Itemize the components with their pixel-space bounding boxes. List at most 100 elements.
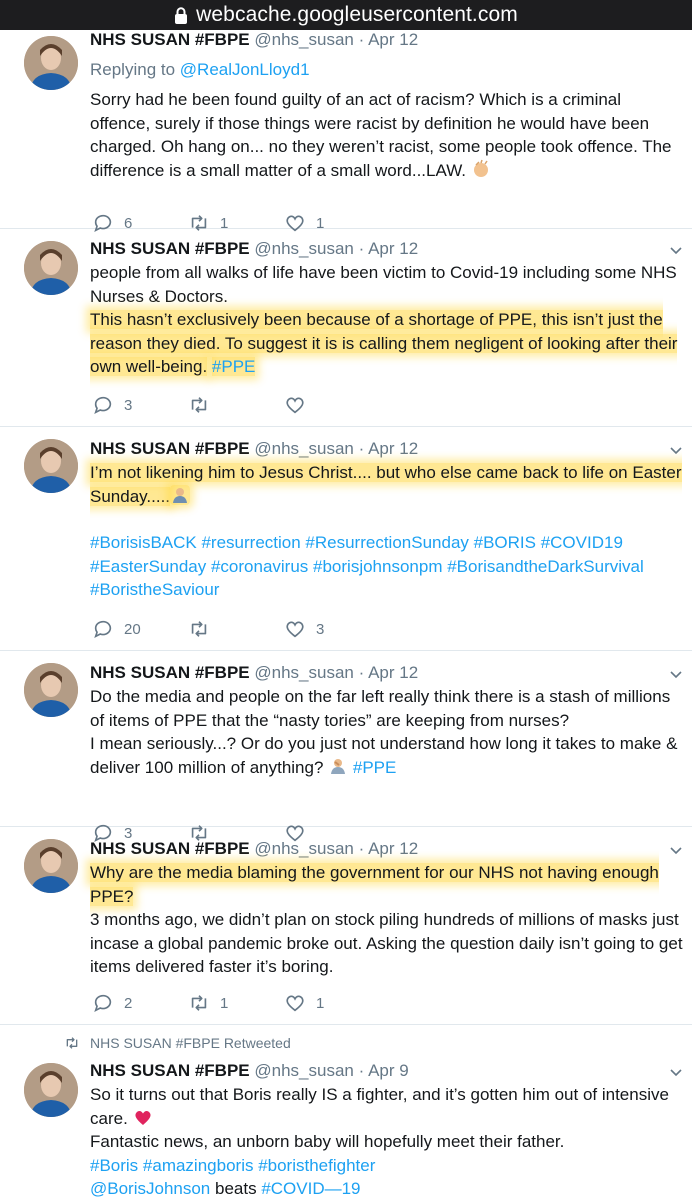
tweet-text: I’m not likening him to Jesus Christ....…	[90, 461, 684, 508]
heart-icon	[286, 621, 304, 638]
retweeted-label[interactable]: NHS SUSAN #FBPE Retweeted	[90, 1035, 291, 1051]
retweet-icon	[66, 1037, 78, 1049]
tweet-text: So it turns out that Boris really IS a f…	[90, 1083, 684, 1200]
hashtag-link[interactable]: #PPE	[211, 357, 256, 376]
user-handle[interactable]: @nhs_susan	[254, 839, 354, 858]
retweet-icon	[191, 397, 207, 413]
user-handle[interactable]: @nhs_susan	[254, 239, 354, 258]
avatar[interactable]	[24, 241, 78, 295]
retweet-button[interactable]	[188, 394, 284, 416]
avatar[interactable]	[24, 663, 78, 717]
tweet-date[interactable]: Apr 9	[368, 1061, 409, 1080]
tweet-date[interactable]: Apr 12	[368, 439, 418, 458]
tweet-text-line: people from all walks of life have been …	[90, 263, 677, 306]
man-facepalming-emoji	[331, 758, 346, 774]
tweet[interactable]: NHS SUSAN #FBPE @nhs_susan · Apr 12 Repl…	[0, 30, 692, 232]
hashtag-link[interactable]: #PPE	[353, 758, 396, 777]
highlighted-text: This hasn’t exclusively been because of …	[90, 310, 678, 376]
retweeted-indicator: NHS SUSAN #FBPE Retweeted	[64, 1033, 291, 1053]
avatar[interactable]	[24, 439, 78, 493]
tweet[interactable]: NHS SUSAN #FBPE Retweeted NHS SUSAN #FBP…	[0, 1025, 692, 1200]
tweet[interactable]: NHS SUSAN #FBPE @nhs_susan · Apr 12 Do t…	[0, 651, 692, 842]
tweet-text-line: So it turns out that Boris really IS a f…	[90, 1085, 669, 1128]
avatar[interactable]	[24, 36, 78, 90]
like-count: 3	[316, 620, 325, 638]
like-count: 1	[316, 994, 325, 1012]
retweet-count: 1	[220, 994, 229, 1012]
reply-icon	[94, 994, 112, 1012]
reply-line: Replying to @RealJonLloyd1	[90, 58, 684, 82]
heart-icon	[286, 397, 304, 414]
tweet-feed: NHS SUSAN #FBPE @nhs_susan · Apr 12 Repl…	[0, 30, 692, 1200]
tweet-date[interactable]: Apr 12	[368, 239, 418, 258]
reply-to-mention[interactable]: @RealJonLloyd1	[180, 60, 310, 79]
tweet-text-line: Do the media and people on the far left …	[90, 687, 671, 730]
hashtag-link[interactable]: #BoristheSaviour	[90, 578, 684, 602]
tweet-text-line: Fantastic news, an unborn baby will hope…	[90, 1132, 565, 1151]
reply-button[interactable]: 20	[92, 618, 188, 640]
user-handle[interactable]: @nhs_susan	[254, 439, 354, 458]
display-name[interactable]: NHS SUSAN #FBPE	[90, 663, 250, 682]
chevron-down-icon[interactable]	[668, 443, 684, 459]
chevron-down-icon[interactable]	[668, 667, 684, 683]
display-name[interactable]: NHS SUSAN #FBPE	[90, 839, 250, 858]
like-button[interactable]: 1	[284, 992, 380, 1014]
reply-button[interactable]: 3	[92, 394, 188, 416]
tweet-header: NHS SUSAN #FBPE @nhs_susan · Apr 12	[90, 30, 652, 52]
tweet-text-content: Sorry had he been found guilty of an act…	[90, 90, 672, 180]
reply-button[interactable]: 2	[92, 992, 188, 1014]
tweet-actions: 2 1 1	[92, 991, 380, 1015]
tweet-text: Do the media and people on the far left …	[90, 685, 684, 779]
tweet[interactable]: NHS SUSAN #FBPE @nhs_susan · Apr 12 peop…	[0, 229, 692, 427]
retweet-button[interactable]: 1	[188, 992, 284, 1014]
chevron-down-icon[interactable]	[668, 243, 684, 259]
mention-link[interactable]: @BorisJohnson	[90, 1179, 210, 1198]
display-name[interactable]: NHS SUSAN #FBPE	[90, 239, 250, 258]
separator-dot: ·	[358, 439, 365, 458]
user-handle[interactable]: @nhs_susan	[254, 30, 354, 49]
tweet[interactable]: NHS SUSAN #FBPE @nhs_susan · Apr 12 Why …	[0, 827, 692, 1025]
tweet-date[interactable]: Apr 12	[368, 663, 418, 682]
browser-url-bar[interactable]: webcache.googleusercontent.com	[0, 0, 692, 30]
tweet-header: NHS SUSAN #FBPE @nhs_susan · Apr 12	[90, 661, 652, 685]
tweet-header: NHS SUSAN #FBPE @nhs_susan · Apr 12	[90, 837, 652, 861]
like-button[interactable]	[284, 394, 380, 416]
reply-icon	[94, 620, 112, 638]
tweet-date[interactable]: Apr 12	[368, 30, 418, 49]
tweet-text-line: 3 months ago, we didn’t plan on stock pi…	[90, 910, 683, 976]
reply-count: 20	[124, 620, 141, 638]
chevron-down-icon[interactable]	[668, 843, 684, 859]
hashtag-list: #BorisisBACK #resurrection #Resurrection…	[90, 531, 684, 602]
retweet-icon	[191, 621, 207, 637]
man-shrugging-emoji	[170, 484, 191, 505]
reply-count: 2	[124, 994, 133, 1012]
tweet-actions: 3	[92, 393, 380, 417]
tweet-header: NHS SUSAN #FBPE @nhs_susan · Apr 9	[90, 1059, 652, 1083]
user-handle[interactable]: @nhs_susan	[254, 1061, 354, 1080]
hashtag-link[interactable]: #COVID—19	[261, 1179, 360, 1198]
user-handle[interactable]: @nhs_susan	[254, 663, 354, 682]
chevron-down-icon[interactable]	[668, 1065, 684, 1081]
display-name[interactable]: NHS SUSAN #FBPE	[90, 1061, 250, 1080]
retweet-icon	[191, 995, 207, 1011]
tweet-text: Sorry had he been found guilty of an act…	[90, 88, 684, 182]
like-button[interactable]: 3	[284, 618, 380, 640]
separator-dot: ·	[358, 1061, 365, 1080]
tweet-header: NHS SUSAN #FBPE @nhs_susan · Apr 12	[90, 437, 652, 461]
display-name[interactable]: NHS SUSAN #FBPE	[90, 439, 250, 458]
display-name[interactable]: NHS SUSAN #FBPE	[90, 30, 250, 49]
hashtag-link[interactable]: #EasterSunday #coronavirus #borisjohnson…	[90, 555, 684, 579]
tweet-text-fragment: beats	[210, 1179, 262, 1198]
retweet-button[interactable]	[188, 618, 284, 640]
tweet-text: Why are the media blaming the government…	[90, 861, 684, 979]
avatar[interactable]	[24, 839, 78, 893]
url-text: webcache.googleusercontent.com	[196, 3, 518, 26]
lock-icon	[175, 7, 188, 24]
hashtag-link[interactable]: #Boris #amazingboris #boristhefighter	[90, 1154, 684, 1178]
tweet-date[interactable]: Apr 12	[368, 839, 418, 858]
tweet[interactable]: NHS SUSAN #FBPE @nhs_susan · Apr 12 I’m …	[0, 427, 692, 651]
avatar[interactable]	[24, 1063, 78, 1117]
replying-to-label: Replying to	[90, 60, 176, 79]
hashtag-link[interactable]: #BorisisBACK #resurrection #Resurrection…	[90, 531, 684, 555]
red-heart-emoji	[135, 1110, 151, 1125]
